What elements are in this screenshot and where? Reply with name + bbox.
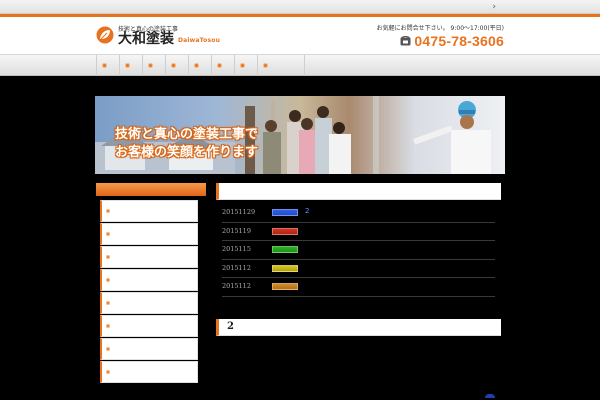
phone-row: 0475-78-3606 [400, 33, 504, 49]
bullet-icon [194, 63, 199, 68]
back-to-top-button[interactable] [485, 394, 495, 398]
global-nav-band [0, 54, 600, 76]
bullet-icon [263, 63, 268, 68]
bullet-icon [106, 278, 110, 282]
nav-item[interactable] [234, 55, 257, 76]
global-nav [96, 55, 305, 76]
phone-icon [400, 36, 412, 46]
bullet-icon [240, 63, 245, 68]
news-category-tag [272, 264, 298, 272]
section-2-header: 2 [216, 319, 501, 336]
bullet-icon [106, 301, 110, 305]
sidebar-item[interactable] [100, 200, 198, 222]
news-category-tag [272, 283, 298, 290]
phone-number[interactable]: 0475-78-3606 [414, 33, 504, 49]
hero-headline-2: お客様の笑顔を作ります [115, 145, 259, 160]
section-2-title: 2 [227, 321, 234, 332]
sidebar-item[interactable] [100, 338, 198, 360]
hero-headline-1: 技術と真心の塗装工事で [115, 127, 259, 142]
news-item[interactable]: 2015112 [222, 260, 495, 278]
hero-banner: 技術と真心の塗装工事で お客様の笑顔を作ります [95, 96, 505, 174]
news-date: 2015119 [222, 226, 251, 235]
sidebar-item[interactable] [100, 246, 198, 268]
bullet-icon [106, 209, 110, 213]
bullet-icon [125, 63, 130, 68]
logo-name: 大和塗装 [118, 31, 174, 47]
site-header: 技術と真心の塗装工事 大和塗装 DaiwaTosou お気軽にお問合せ下さい。 … [0, 17, 600, 54]
contact-note: お気軽にお問合せ下さい。 9:00〜17:00(平日) [376, 25, 504, 32]
sidebar-header [96, 183, 206, 196]
news-item[interactable]: 20151129 2 [222, 204, 495, 223]
sidebar-item[interactable] [100, 361, 198, 383]
bullet-icon [102, 63, 107, 68]
news-item[interactable]: 2015119 [222, 223, 495, 241]
news-section-header [216, 183, 501, 200]
top-utility-bar: › [0, 0, 600, 14]
news-date: 2015112 [222, 263, 251, 272]
bullet-icon [217, 63, 222, 68]
leaf-logo-icon [96, 26, 114, 44]
news-list: 20151129 2 2015119 2015115 2015112 20151… [222, 204, 495, 297]
sidebar-item[interactable] [100, 292, 198, 314]
news-date: 2015115 [222, 245, 251, 253]
news-category-tag [272, 246, 298, 253]
nav-item[interactable] [142, 55, 165, 76]
nav-item[interactable] [211, 55, 234, 76]
bullet-icon [106, 324, 110, 328]
sidebar-item[interactable] [100, 223, 198, 245]
bullet-icon [106, 255, 110, 259]
news-item[interactable]: 2015112 [222, 278, 495, 297]
contact-block: お気軽にお問合せ下さい。 9:00〜17:00(平日) 0475-78-3606 [376, 23, 504, 51]
news-date: 2015112 [222, 282, 251, 290]
logo-romanized: DaiwaTosou [178, 37, 221, 44]
nav-item[interactable] [119, 55, 142, 76]
news-category-tag [272, 209, 298, 216]
site-logo[interactable]: 技術と真心の塗装工事 大和塗装 DaiwaTosou [96, 24, 226, 50]
sidebar-menu [100, 200, 200, 384]
sidebar-item[interactable] [100, 269, 198, 291]
bullet-icon [148, 63, 153, 68]
news-item[interactable]: 2015115 [222, 241, 495, 260]
nav-item[interactable] [257, 55, 305, 76]
bullet-icon [106, 347, 110, 351]
sidebar-item[interactable] [100, 315, 198, 337]
nav-item[interactable] [188, 55, 211, 76]
nav-item[interactable] [165, 55, 188, 76]
nav-item[interactable] [96, 55, 119, 76]
bullet-icon [106, 232, 110, 236]
news-category-tag [272, 227, 298, 235]
bullet-icon [171, 63, 176, 68]
sidebar [96, 183, 206, 400]
bullet-icon [106, 370, 110, 374]
news-link[interactable]: 2 [305, 207, 309, 215]
main-content: 20151129 2 2015119 2015115 2015112 20151… [216, 183, 501, 400]
chevron-right-icon[interactable]: › [492, 1, 496, 13]
news-date: 20151129 [222, 208, 256, 216]
